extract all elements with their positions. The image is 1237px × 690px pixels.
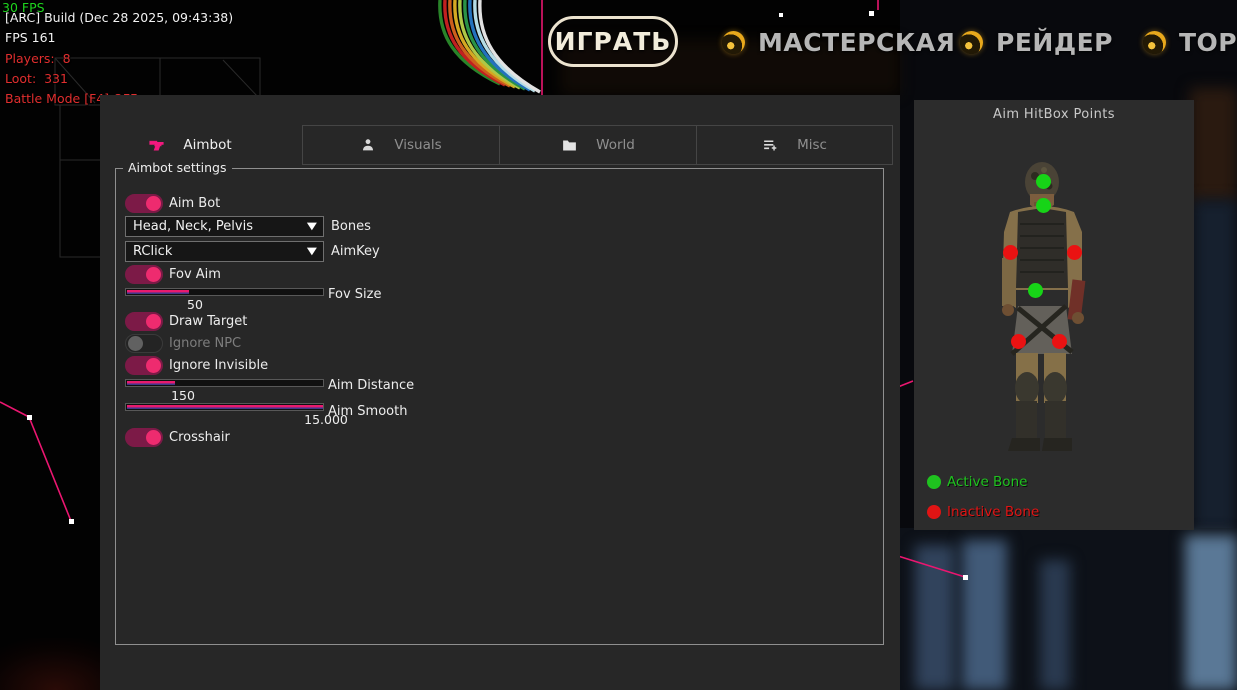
- coin-icon: [1143, 31, 1166, 54]
- toggle-knob: [146, 358, 161, 373]
- tab-world[interactable]: World: [499, 125, 697, 165]
- fov-size-slider[interactable]: 50: [125, 288, 324, 296]
- bones-dropdown-value: Head, Neck, Pelvis: [133, 219, 253, 234]
- game-screen: 30 FPS [ARC] Build (Dec 28 2025, 09:43:3…: [0, 0, 1237, 690]
- chevron-down-icon: ▼: [307, 246, 317, 257]
- ignore-npc-toggle[interactable]: [125, 334, 163, 353]
- fov-aim-toggle[interactable]: [125, 265, 163, 284]
- person-icon: [360, 137, 376, 153]
- toggle-knob: [146, 314, 161, 329]
- menu-item-workshop[interactable]: МАСТЕРСКАЯ: [722, 28, 955, 57]
- aimkey-dropdown[interactable]: RClick ▼: [125, 241, 324, 262]
- aim-bot-label: Aim Bot: [169, 194, 220, 213]
- aim-distance-value: 150: [171, 388, 195, 403]
- menu-item-trader[interactable]: ТОРГО: [1143, 28, 1237, 57]
- ignore-npc-label: Ignore NPC: [169, 334, 241, 353]
- aim-bot-toggle[interactable]: [125, 194, 163, 213]
- fov-aim-label: Fov Aim: [169, 265, 221, 284]
- aimkey-label: AimKey: [331, 244, 380, 259]
- menu-item-raider[interactable]: РЕЙДЕР: [960, 28, 1113, 57]
- legend-active-bone: Active Bone: [927, 474, 1027, 490]
- tab-visuals[interactable]: Visuals: [302, 125, 500, 165]
- toggle-knob: [146, 430, 161, 445]
- legend-label: Inactive Bone: [947, 504, 1039, 520]
- slider-fill: [127, 381, 175, 385]
- playlist-add-icon: [762, 137, 779, 154]
- coin-icon: [960, 31, 983, 54]
- bones-dropdown[interactable]: Head, Neck, Pelvis ▼: [125, 216, 324, 237]
- toggle-knob: [146, 267, 161, 282]
- hitbox-point-head: [1036, 174, 1051, 189]
- draw-target-toggle[interactable]: [125, 312, 163, 331]
- hitbox-point-pelvis: [1028, 283, 1043, 298]
- tab-misc[interactable]: Misc: [696, 125, 893, 165]
- hitbox-point-right-arm: [1067, 245, 1082, 260]
- fov-size-label: Fov Size: [328, 287, 381, 302]
- aimbot-settings-group: Aimbot settings Aim Bot Head, Neck, Pelv…: [115, 168, 884, 645]
- aimkey-dropdown-value: RClick: [133, 244, 172, 259]
- menu-item-label: ТОРГО: [1179, 28, 1237, 57]
- fps-counter-text: FPS 161: [5, 30, 56, 45]
- ignore-invisible-label: Ignore Invisible: [169, 356, 268, 375]
- active-bone-dot: [927, 475, 941, 489]
- tab-label: Misc: [797, 137, 827, 153]
- tab-aimbot[interactable]: Aimbot: [100, 125, 280, 165]
- build-info-text: [ARC] Build (Dec 28 2025, 09:43:38): [5, 10, 233, 25]
- menu-item-label: МАСТЕРСКАЯ: [758, 28, 955, 57]
- slider-fill: [127, 405, 323, 409]
- players-counter-text: Players: 8: [5, 51, 71, 66]
- tab-label: Visuals: [394, 137, 441, 153]
- aim-smooth-slider[interactable]: 15.000: [125, 403, 324, 411]
- hitbox-point-left-thigh: [1011, 334, 1026, 349]
- toggle-knob: [128, 336, 143, 351]
- hitbox-point-right-thigh: [1052, 334, 1067, 349]
- coin-icon: [722, 31, 745, 54]
- pistol-icon: [148, 137, 165, 154]
- aim-distance-slider[interactable]: 150: [125, 379, 324, 387]
- loot-counter-text: Loot: 331: [5, 71, 68, 86]
- inactive-bone-dot: [927, 505, 941, 519]
- legend-inactive-bone: Inactive Bone: [927, 504, 1039, 520]
- menu-item-label: РЕЙДЕР: [996, 28, 1113, 57]
- crosshair-label: Crosshair: [169, 428, 230, 447]
- hitbox-point-neck: [1036, 198, 1051, 213]
- aim-distance-label: Aim Distance: [328, 378, 414, 393]
- toggle-knob: [146, 196, 161, 211]
- bones-label: Bones: [331, 219, 371, 234]
- hitbox-points-layer: [914, 100, 1194, 530]
- legend-label: Active Bone: [947, 474, 1027, 490]
- folder-icon: [561, 137, 578, 154]
- crosshair-toggle[interactable]: [125, 428, 163, 447]
- draw-target-label: Draw Target: [169, 312, 247, 331]
- hitbox-point-left-arm: [1003, 245, 1018, 260]
- aim-smooth-label: Aim Smooth: [328, 404, 407, 419]
- tab-label: Aimbot: [183, 137, 231, 153]
- cheat-menu-panel: Aimbot Visuals World Misc Aimbot setting…: [100, 95, 900, 690]
- chevron-down-icon: ▼: [307, 221, 317, 232]
- fov-size-value: 50: [187, 297, 203, 312]
- play-button[interactable]: ИГРАТЬ: [548, 16, 678, 67]
- hitbox-panel: Aim HitBox Points Active Bone: [914, 100, 1194, 530]
- rainbow-streak: [440, 0, 540, 92]
- ignore-invisible-toggle[interactable]: [125, 356, 163, 375]
- tab-label: World: [596, 137, 635, 153]
- group-title: Aimbot settings: [123, 160, 232, 175]
- slider-fill: [127, 290, 189, 294]
